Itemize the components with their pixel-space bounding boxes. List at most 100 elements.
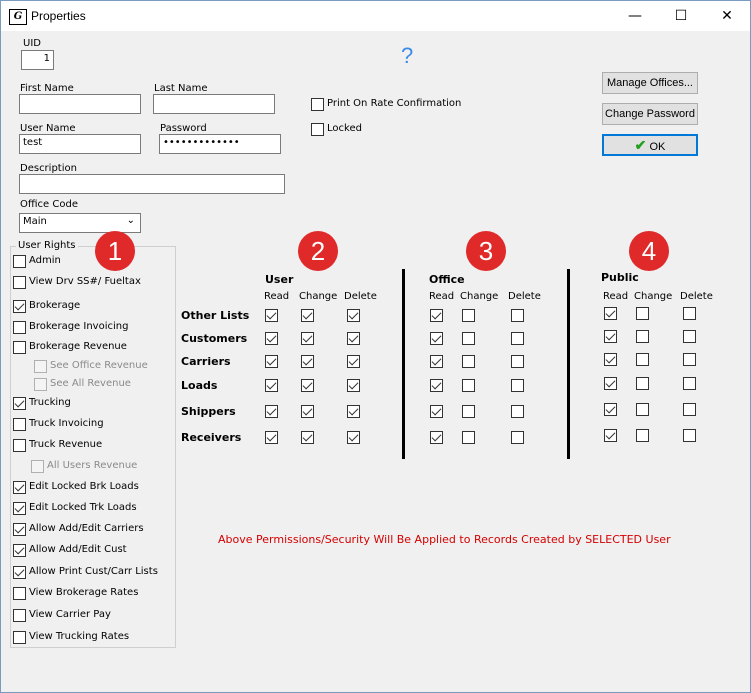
perm-user-carriers-change-checkbox[interactable] xyxy=(301,355,314,368)
perm-office-loads-delete-checkbox[interactable] xyxy=(511,379,524,392)
right-brokerage-revenue-label: Brokerage Revenue xyxy=(29,341,127,352)
separator-office-public xyxy=(567,269,570,459)
perm-public-customers-read-checkbox[interactable] xyxy=(604,330,617,343)
office-code-select[interactable]: Main ⌄ xyxy=(19,213,141,233)
print-on-rate-checkbox[interactable] xyxy=(311,98,324,111)
perm-public-loads-read-checkbox[interactable] xyxy=(604,377,617,390)
perm-office-customers-delete-checkbox[interactable] xyxy=(511,332,524,345)
password-field[interactable]: ••••••••••••• xyxy=(159,134,281,154)
perm-user-carriers-read-checkbox[interactable] xyxy=(265,355,278,368)
col-header-user-read: Read xyxy=(264,291,290,302)
right-allow-add-edit-carriers-checkbox[interactable] xyxy=(13,523,26,536)
perm-user-customers-delete-checkbox[interactable] xyxy=(347,332,360,345)
perm-office-loads-change-checkbox[interactable] xyxy=(462,379,475,392)
perm-public-shippers-delete-checkbox[interactable] xyxy=(683,403,696,416)
perm-user-other-lists-change-checkbox[interactable] xyxy=(301,309,314,322)
perm-public-carriers-delete-checkbox[interactable] xyxy=(683,353,696,366)
help-icon[interactable]: ? xyxy=(401,43,413,69)
perm-user-shippers-change-checkbox[interactable] xyxy=(301,405,314,418)
perm-user-shippers-delete-checkbox[interactable] xyxy=(347,405,360,418)
perm-user-loads-change-checkbox[interactable] xyxy=(301,379,314,392)
perm-user-other-lists-read-checkbox[interactable] xyxy=(265,309,278,322)
perm-user-receivers-read-checkbox[interactable] xyxy=(265,431,278,444)
ok-label: OK xyxy=(649,141,666,153)
change-password-button[interactable]: Change Password xyxy=(602,103,698,125)
right-view-carrier-pay-checkbox[interactable] xyxy=(13,609,26,622)
right-truck-revenue-checkbox[interactable] xyxy=(13,439,26,452)
perm-public-shippers-read-checkbox[interactable] xyxy=(604,403,617,416)
last-name-field[interactable] xyxy=(153,94,275,114)
perm-user-receivers-change-checkbox[interactable] xyxy=(301,431,314,444)
perm-public-receivers-change-checkbox[interactable] xyxy=(636,429,649,442)
uid-label: UID xyxy=(23,38,41,49)
close-button[interactable]: ✕ xyxy=(704,1,750,31)
right-all-users-revenue-checkbox xyxy=(31,460,44,473)
right-admin-checkbox[interactable] xyxy=(13,255,26,268)
uid-field[interactable]: 1 xyxy=(21,50,54,70)
right-brokerage-checkbox[interactable] xyxy=(13,300,26,313)
perm-user-customers-read-checkbox[interactable] xyxy=(265,332,278,345)
separator-user-office xyxy=(402,269,405,459)
perm-public-other-lists-delete-checkbox[interactable] xyxy=(683,307,696,320)
ok-button[interactable]: ✔ OK xyxy=(602,134,698,156)
title-bar: G Properties — ☐ ✕ xyxy=(1,1,750,31)
minimize-button[interactable]: — xyxy=(612,1,658,31)
right-allow-print-cust-carr-lists-checkbox[interactable] xyxy=(13,566,26,579)
perm-office-customers-change-checkbox[interactable] xyxy=(462,332,475,345)
right-truck-invoicing-checkbox[interactable] xyxy=(13,418,26,431)
perm-user-loads-read-checkbox[interactable] xyxy=(265,379,278,392)
perm-user-carriers-delete-checkbox[interactable] xyxy=(347,355,360,368)
perm-office-shippers-read-checkbox[interactable] xyxy=(430,405,443,418)
perm-public-carriers-read-checkbox[interactable] xyxy=(604,353,617,366)
perm-user-other-lists-delete-checkbox[interactable] xyxy=(347,309,360,322)
right-view-brokerage-rates-checkbox[interactable] xyxy=(13,587,26,600)
description-field[interactable] xyxy=(19,174,285,194)
perm-public-other-lists-change-checkbox[interactable] xyxy=(636,307,649,320)
right-edit-locked-brk-loads-checkbox[interactable] xyxy=(13,481,26,494)
right-allow-print-cust-carr-lists-label: Allow Print Cust/Carr Lists xyxy=(29,566,158,577)
right-see-all-revenue-checkbox xyxy=(34,378,47,391)
perm-office-receivers-delete-checkbox[interactable] xyxy=(511,431,524,444)
perm-office-loads-read-checkbox[interactable] xyxy=(430,379,443,392)
perm-office-customers-read-checkbox[interactable] xyxy=(430,332,443,345)
right-edit-locked-trk-loads-checkbox[interactable] xyxy=(13,502,26,515)
perm-office-shippers-delete-checkbox[interactable] xyxy=(511,405,524,418)
perm-office-carriers-change-checkbox[interactable] xyxy=(462,355,475,368)
right-brokerage-invoicing-checkbox[interactable] xyxy=(13,321,26,334)
password-label: Password xyxy=(160,123,207,134)
perm-user-shippers-read-checkbox[interactable] xyxy=(265,405,278,418)
right-trucking-checkbox[interactable] xyxy=(13,397,26,410)
right-view-drv-ss-fueltax-checkbox[interactable] xyxy=(13,276,26,289)
perm-office-other-lists-read-checkbox[interactable] xyxy=(430,309,443,322)
right-allow-add-edit-cust-checkbox[interactable] xyxy=(13,544,26,557)
manage-offices-button[interactable]: Manage Offices... xyxy=(602,72,698,94)
perm-office-other-lists-change-checkbox[interactable] xyxy=(462,309,475,322)
user-name-field[interactable]: test xyxy=(19,134,141,154)
perm-user-customers-change-checkbox[interactable] xyxy=(301,332,314,345)
perm-public-customers-delete-checkbox[interactable] xyxy=(683,330,696,343)
maximize-button[interactable]: ☐ xyxy=(658,1,704,31)
right-brokerage-revenue-checkbox[interactable] xyxy=(13,341,26,354)
perm-office-other-lists-delete-checkbox[interactable] xyxy=(511,309,524,322)
perm-office-shippers-change-checkbox[interactable] xyxy=(462,405,475,418)
perm-public-other-lists-read-checkbox[interactable] xyxy=(604,307,617,320)
perm-public-receivers-read-checkbox[interactable] xyxy=(604,429,617,442)
last-name-label: Last Name xyxy=(154,83,208,94)
perm-office-receivers-change-checkbox[interactable] xyxy=(462,431,475,444)
perm-public-carriers-change-checkbox[interactable] xyxy=(636,353,649,366)
perm-office-receivers-read-checkbox[interactable] xyxy=(430,431,443,444)
print-on-rate-label: Print On Rate Confirmation xyxy=(327,98,462,109)
perm-public-loads-delete-checkbox[interactable] xyxy=(683,377,696,390)
locked-checkbox[interactable] xyxy=(311,123,324,136)
perm-public-receivers-delete-checkbox[interactable] xyxy=(683,429,696,442)
perm-public-loads-change-checkbox[interactable] xyxy=(636,377,649,390)
perm-office-carriers-read-checkbox[interactable] xyxy=(430,355,443,368)
right-view-trucking-rates-checkbox[interactable] xyxy=(13,631,26,644)
perm-public-shippers-change-checkbox[interactable] xyxy=(636,403,649,416)
perm-office-carriers-delete-checkbox[interactable] xyxy=(511,355,524,368)
perm-user-receivers-delete-checkbox[interactable] xyxy=(347,431,360,444)
first-name-field[interactable] xyxy=(19,94,141,114)
perm-public-customers-change-checkbox[interactable] xyxy=(636,330,649,343)
right-truck-revenue-label: Truck Revenue xyxy=(29,439,103,450)
perm-user-loads-delete-checkbox[interactable] xyxy=(347,379,360,392)
